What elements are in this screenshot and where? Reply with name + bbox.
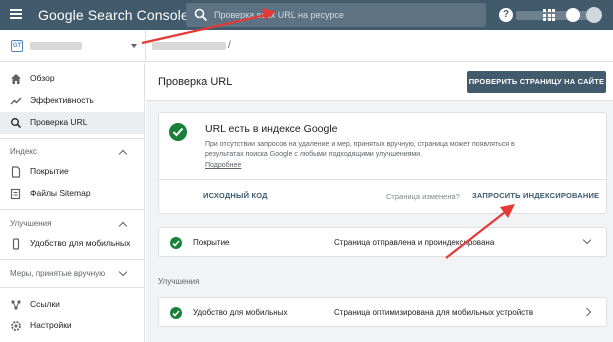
url-suffix: / <box>228 40 231 51</box>
trending-up-icon <box>10 97 22 105</box>
section-index-title: Индекс <box>10 147 37 156</box>
home-icon <box>11 74 21 84</box>
main-content: Проверка URL ПРОВЕРИТЬ СТРАНИЦУ НА САЙТЕ… <box>146 63 613 342</box>
check-circle-icon <box>169 123 187 141</box>
sidebar-item-performance[interactable]: Эффективность <box>0 90 144 112</box>
sidebar-item-label: Ссылки <box>30 299 60 309</box>
sidebar-item-mobile-usability[interactable]: Удобство для мобильных <box>0 233 144 255</box>
menu-icon[interactable] <box>10 9 22 19</box>
sidebar-item-overview[interactable]: Обзор <box>0 68 144 90</box>
check-circle-icon <box>170 237 182 249</box>
coverage-label: Покрытие <box>193 238 230 247</box>
sidebar-item-url-inspection[interactable]: Проверка URL <box>0 112 144 134</box>
sidebar-item-sitemaps[interactable]: Файлы Sitemap <box>0 183 144 205</box>
links-icon <box>11 300 21 310</box>
divider <box>159 179 606 180</box>
search-input[interactable] <box>214 6 479 24</box>
url-inspection-search[interactable] <box>186 3 598 27</box>
sidebar-item-label: Обзор <box>30 73 55 83</box>
notifications-icon[interactable] <box>566 8 580 22</box>
section-manual-actions-title: Меры, принятые вручную <box>10 269 106 278</box>
account-avatar[interactable] <box>586 7 602 23</box>
divider <box>145 30 146 62</box>
chevron-down-icon[interactable] <box>131 44 137 48</box>
mobile-usability-row[interactable]: Удобство для мобильных Страница оптимизи… <box>158 297 607 327</box>
enhancements-section-label: Улучшения <box>158 277 200 286</box>
app-logo: Google Search Console <box>38 7 189 23</box>
page-title: Проверка URL <box>158 76 233 88</box>
chevron-up-icon[interactable] <box>118 221 128 231</box>
top-app-bar: Google Search Console ? <box>0 0 613 30</box>
request-indexing-button[interactable]: ЗАПРОСИТЬ ИНДЕКСИРОВАНИЕ <box>472 191 599 200</box>
sidebar-item-label: Настройки <box>30 320 72 330</box>
mobile-icon <box>12 238 20 250</box>
gear-icon <box>11 321 21 331</box>
sidebar-item-links[interactable]: Ссылки <box>0 294 144 316</box>
chevron-up-icon[interactable] <box>118 149 128 159</box>
coverage-row[interactable]: Покрытие Страница отправлена и проиндекс… <box>158 227 607 257</box>
sidebar-item-settings[interactable]: Настройки <box>0 315 144 337</box>
status-title: URL есть в индексе Google <box>205 123 338 135</box>
document-icon <box>11 166 21 178</box>
index-status-card: URL есть в индексе Google При отсутствии… <box>158 112 607 214</box>
chevron-down-icon[interactable] <box>118 267 128 277</box>
sidebar-item-label: Эффективность <box>30 95 94 105</box>
divider <box>0 259 144 260</box>
help-icon[interactable]: ? <box>499 8 513 22</box>
property-bar: GT / <box>0 30 613 62</box>
sidebar-item-label: Покрытие <box>30 166 69 176</box>
section-enhancements-title: Улучшения <box>10 219 52 228</box>
coverage-value: Страница отправлена и проиндексирована <box>334 238 495 247</box>
learn-more-link[interactable]: Подробнее <box>205 162 241 169</box>
property-selector[interactable] <box>30 42 82 50</box>
status-description: При отсутствии запросов на удаление и ме… <box>205 141 515 158</box>
sitemap-icon <box>10 188 21 200</box>
page-changed-text: Страница изменена? <box>386 192 460 201</box>
chevron-right-icon[interactable] <box>582 307 592 317</box>
sidebar-item-coverage[interactable]: Покрытие <box>0 161 144 183</box>
sidebar-item-label: Проверка URL <box>30 117 88 127</box>
divider <box>0 138 144 139</box>
property-favicon: GT <box>11 40 23 52</box>
check-circle-icon <box>170 307 182 319</box>
sidebar-item-label: Удобство для мобильных <box>30 238 131 248</box>
view-source-button[interactable]: ИСХОДНЫЙ КОД <box>203 191 268 200</box>
divider <box>0 287 144 288</box>
search-icon <box>11 118 22 129</box>
mobile-usability-value: Страница оптимизирована для мобильных ус… <box>334 308 534 317</box>
apps-grid-icon[interactable] <box>543 9 555 21</box>
divider <box>0 209 144 210</box>
search-icon <box>194 8 208 22</box>
sidebar: Обзор Эффективность Проверка URL Индекс … <box>0 63 145 342</box>
chevron-down-icon[interactable] <box>582 235 592 245</box>
mobile-usability-label: Удобство для мобильных <box>193 308 288 317</box>
inspected-url <box>152 42 226 50</box>
test-live-url-button[interactable]: ПРОВЕРИТЬ СТРАНИЦУ НА САЙТЕ <box>467 71 606 93</box>
sidebar-item-label: Файлы Sitemap <box>30 188 91 198</box>
page-header: Проверка URL ПРОВЕРИТЬ СТРАНИЦУ НА САЙТЕ <box>146 63 613 101</box>
